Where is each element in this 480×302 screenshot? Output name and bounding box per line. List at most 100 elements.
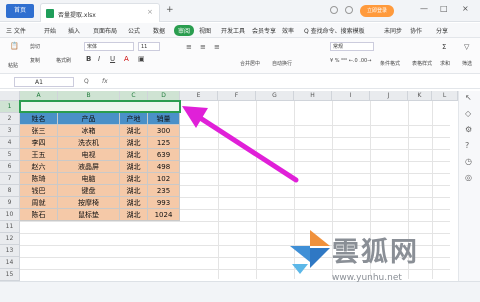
table-cell[interactable]: 235 bbox=[148, 185, 180, 197]
menu-developer[interactable]: 开发工具 bbox=[221, 26, 245, 35]
table-cell[interactable]: 993 bbox=[148, 197, 180, 209]
table-cell[interactable]: 102 bbox=[148, 173, 180, 185]
table-cell[interactable]: 电脑 bbox=[58, 173, 120, 185]
shape-icon[interactable]: ◇ bbox=[465, 109, 471, 118]
menu-data[interactable]: 数据 bbox=[153, 26, 165, 35]
name-box[interactable]: A1 bbox=[14, 77, 74, 87]
table-cell[interactable]: 湖北 bbox=[120, 173, 148, 185]
table-cell[interactable]: 鼠标垫 bbox=[58, 209, 120, 221]
col-header-k[interactable]: K bbox=[408, 91, 432, 101]
format-painter-button[interactable]: 格式刷 bbox=[56, 57, 71, 64]
selected-range-a1-d1[interactable] bbox=[19, 100, 181, 113]
collaborate-button[interactable]: 协作 bbox=[410, 26, 422, 35]
table-cell[interactable]: 洗衣机 bbox=[58, 137, 120, 149]
window-close-button[interactable]: × bbox=[462, 4, 469, 13]
table-cell[interactable]: 冰箱 bbox=[58, 125, 120, 137]
copy-button[interactable]: 复制 bbox=[30, 57, 40, 64]
minimize-button[interactable]: — bbox=[420, 4, 428, 13]
col-header-l[interactable]: L bbox=[432, 91, 458, 101]
sync-status[interactable]: 未同步 bbox=[384, 26, 402, 35]
table-cell[interactable]: 钱巴 bbox=[20, 185, 58, 197]
menu-insert[interactable]: 插入 bbox=[68, 26, 80, 35]
user-icon[interactable] bbox=[345, 6, 353, 14]
align-center-icon[interactable]: ≡ bbox=[200, 43, 206, 51]
help-icon[interactable]: ? bbox=[465, 141, 469, 150]
font-name-select[interactable]: 宋体 bbox=[84, 42, 134, 51]
underline-button[interactable]: U bbox=[110, 55, 115, 63]
pointer-icon[interactable]: ↖ bbox=[465, 93, 472, 102]
row-header-4[interactable]: 4 bbox=[0, 137, 20, 149]
row-header-3[interactable]: 3 bbox=[0, 125, 20, 137]
maximize-button[interactable]: □ bbox=[440, 4, 448, 13]
menu-view[interactable]: 视图 bbox=[199, 26, 211, 35]
table-cell[interactable]: 1024 bbox=[148, 209, 180, 221]
percent-icon[interactable]: ¥ % ⁰⁰⁰ ←.0 .00→ bbox=[330, 58, 371, 64]
select-all-corner[interactable] bbox=[0, 91, 20, 101]
table-cell[interactable]: 湖北 bbox=[120, 185, 148, 197]
tab-close-icon[interactable]: × bbox=[147, 8, 153, 16]
font-size-select[interactable]: 11 bbox=[138, 42, 160, 51]
grid-view-icon[interactable] bbox=[330, 6, 338, 14]
menu-review[interactable]: 审阅 bbox=[174, 25, 195, 36]
wrap-text-button[interactable]: 自动换行 bbox=[272, 60, 292, 67]
table-cell[interactable]: 按摩椅 bbox=[58, 197, 120, 209]
table-cell[interactable]: 陈琦 bbox=[20, 173, 58, 185]
zoom-icon[interactable]: Q bbox=[84, 78, 89, 85]
table-cell[interactable]: 周就 bbox=[20, 197, 58, 209]
table-cell[interactable]: 电视 bbox=[58, 149, 120, 161]
row-header-12[interactable]: 12 bbox=[0, 233, 20, 245]
table-cell[interactable]: 湖北 bbox=[120, 161, 148, 173]
row-header-7[interactable]: 7 bbox=[0, 173, 20, 185]
table-header-cell[interactable]: 销量 bbox=[148, 113, 180, 125]
table-cell[interactable]: 李四 bbox=[20, 137, 58, 149]
menu-home[interactable]: 开始 bbox=[44, 26, 56, 35]
table-cell[interactable]: 639 bbox=[148, 149, 180, 161]
table-cell[interactable]: 125 bbox=[148, 137, 180, 149]
new-tab-button[interactable]: + bbox=[166, 5, 174, 15]
align-right-icon[interactable]: ≡ bbox=[214, 43, 220, 51]
table-cell[interactable]: 陈石 bbox=[20, 209, 58, 221]
paste-button[interactable]: 粘贴 bbox=[8, 62, 18, 69]
fill-color-icon[interactable]: ▣ bbox=[138, 55, 145, 63]
cond-format-button[interactable]: 条件格式 bbox=[380, 60, 400, 67]
row-header-9[interactable]: 9 bbox=[0, 197, 20, 209]
filter-button[interactable]: 筛选 bbox=[462, 60, 472, 67]
table-cell[interactable]: 498 bbox=[148, 161, 180, 173]
table-cell[interactable]: 300 bbox=[148, 125, 180, 137]
table-style-button[interactable]: 表格样式 bbox=[412, 60, 432, 67]
table-cell[interactable]: 湖北 bbox=[120, 125, 148, 137]
merge-center-button[interactable]: 合并居中 bbox=[240, 60, 260, 67]
fx-icon[interactable]: fx bbox=[102, 78, 108, 85]
table-cell[interactable]: 赵六 bbox=[20, 161, 58, 173]
row-header-2[interactable]: 2 bbox=[0, 113, 20, 125]
row-header-13[interactable]: 13 bbox=[0, 245, 20, 257]
col-header-i[interactable]: I bbox=[332, 91, 370, 101]
menu-formula[interactable]: 公式 bbox=[128, 26, 140, 35]
align-left-icon[interactable]: ≡ bbox=[186, 43, 192, 51]
table-cell[interactable]: 键盘 bbox=[58, 185, 120, 197]
row-header-14[interactable]: 14 bbox=[0, 257, 20, 269]
italic-button[interactable]: I bbox=[98, 55, 100, 63]
menu-file[interactable]: 三 文件 bbox=[6, 26, 26, 35]
globe-icon[interactable]: ◎ bbox=[465, 173, 472, 182]
cut-button[interactable]: 剪切 bbox=[30, 43, 40, 50]
menu-page-layout[interactable]: 页面布局 bbox=[93, 26, 117, 35]
gear-icon[interactable]: ⚙ bbox=[465, 125, 472, 134]
font-color-icon[interactable]: A bbox=[124, 55, 129, 63]
row-header-10[interactable]: 10 bbox=[0, 209, 20, 221]
bold-button[interactable]: B bbox=[86, 55, 91, 63]
table-cell[interactable]: 张三 bbox=[20, 125, 58, 137]
table-cell[interactable]: 湖北 bbox=[120, 149, 148, 161]
table-cell[interactable]: 湖北 bbox=[120, 209, 148, 221]
menu-member[interactable]: 会员专享 bbox=[252, 26, 276, 35]
row-header-6[interactable]: 6 bbox=[0, 161, 20, 173]
table-cell[interactable]: 湖北 bbox=[120, 137, 148, 149]
table-cell[interactable]: 液晶屏 bbox=[58, 161, 120, 173]
row-header-8[interactable]: 8 bbox=[0, 185, 20, 197]
row-header-11[interactable]: 11 bbox=[0, 221, 20, 233]
table-header-cell[interactable]: 姓名 bbox=[20, 113, 58, 125]
col-header-j[interactable]: J bbox=[370, 91, 408, 101]
sum-button[interactable]: 求和 bbox=[440, 60, 450, 67]
command-search[interactable]: Q 查找命令、搜索模板 bbox=[304, 26, 365, 35]
number-format-select[interactable]: 常规 bbox=[330, 42, 374, 51]
